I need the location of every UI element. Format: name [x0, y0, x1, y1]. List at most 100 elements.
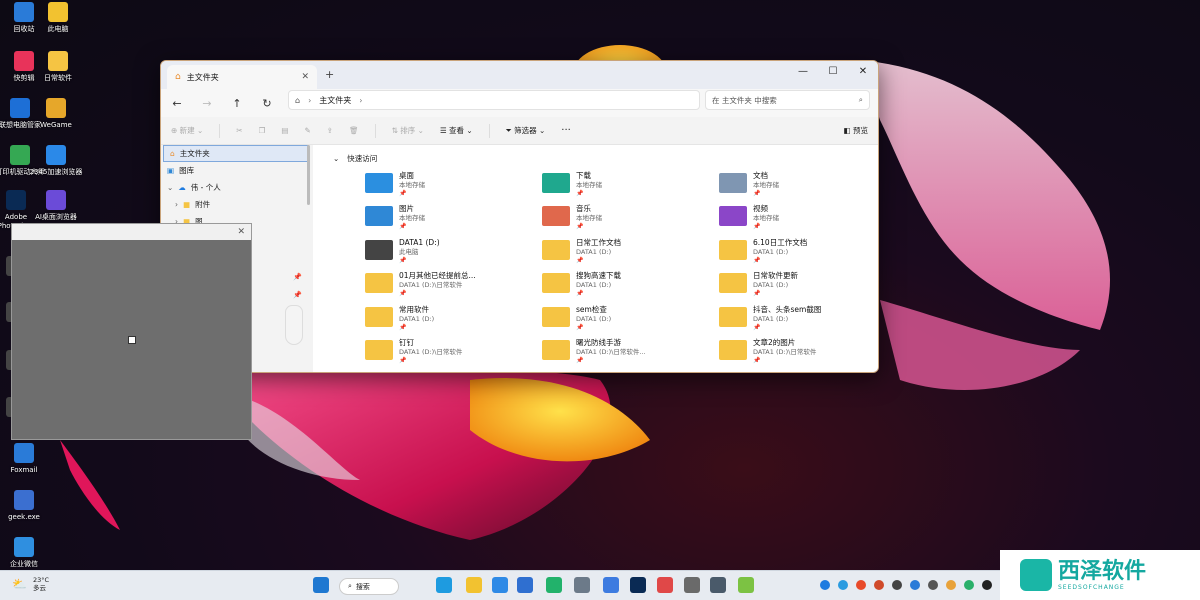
ai-browser-icon[interactable] [603, 577, 619, 593]
new-tab-button[interactable]: + [325, 68, 334, 81]
tray-icon[interactable] [982, 580, 992, 590]
edge-icon[interactable] [436, 577, 452, 593]
desktop-icon[interactable]: Foxmail [0, 443, 54, 475]
tray-icon[interactable] [856, 580, 866, 590]
desktop-icon[interactable]: 此电脑 [28, 2, 88, 34]
app-icon[interactable] [657, 577, 673, 593]
nav-item-gallery[interactable]: ▣ 图库 [161, 162, 311, 179]
desktop-icon[interactable]: WeGame [26, 98, 86, 130]
desktop-icon[interactable]: geek.exe [0, 490, 54, 522]
maximize-button[interactable]: ☐ [818, 61, 848, 81]
watermark-subtitle: SEEDSOFCHANGE [1058, 583, 1125, 591]
search-input[interactable]: 在 主文件夹 中搜索 ⌕ [705, 90, 870, 110]
photoshop-icon[interactable] [630, 577, 646, 593]
chat-icon[interactable] [546, 577, 562, 593]
desktop-icon[interactable]: 企业微信 [0, 537, 54, 569]
nav-item-home[interactable]: ⌂ 主文件夹 [163, 145, 309, 162]
pin-icon: 📌 [753, 290, 761, 297]
quick-access-item[interactable]: 钉钉 DATA1 (D:)\日常软件 📌 [365, 338, 535, 370]
item-location: DATA1 (D:) [576, 248, 612, 256]
nav-item-attachments[interactable]: › ■ 附件 [161, 196, 311, 213]
tray-icon[interactable] [964, 580, 974, 590]
folder-icon [365, 340, 393, 360]
refresh-icon[interactable]: ↻ [259, 97, 275, 110]
scrollbar[interactable] [307, 145, 310, 205]
file-explorer-window[interactable]: ⌂ 主文件夹 ✕ + — ☐ ✕ ← → ↑ ↻ ⌂ › 主文件夹 › 在 主文… [160, 60, 879, 373]
close-button[interactable]: ✕ [848, 61, 878, 81]
title-bar[interactable]: ⌂ 主文件夹 ✕ + — ☐ ✕ [161, 61, 878, 89]
quick-access-header[interactable]: ⌄ 快速访问 [333, 153, 377, 164]
weather-temp: 23°C [32, 576, 50, 584]
weather-widget[interactable]: ⛅ 23°C 多云 [12, 576, 49, 592]
item-name: 视频 [753, 204, 768, 213]
more-button[interactable]: ··· [561, 125, 571, 136]
tray-icon[interactable] [910, 580, 920, 590]
pin-icon[interactable]: 📌 [293, 291, 302, 299]
share-icon[interactable]: ⇪ [327, 126, 333, 135]
breadcrumb-item[interactable]: 主文件夹 [319, 95, 351, 106]
tray-icon[interactable] [820, 580, 830, 590]
quick-access-item[interactable]: 搜狗高速下载 DATA1 (D:) 📌 [542, 271, 712, 303]
quick-access-item[interactable]: 图片 本地存储 📌 [365, 204, 535, 236]
tray-icon[interactable] [946, 580, 956, 590]
preview-button[interactable]: ◧ 预览 [844, 125, 868, 136]
start-icon[interactable] [313, 577, 329, 593]
file-explorer-icon[interactable] [466, 577, 482, 593]
sort-button[interactable]: ⇅ 排序 ⌄ [392, 125, 424, 136]
tray-icon[interactable] [928, 580, 938, 590]
minimize-button[interactable]: — [788, 61, 818, 81]
quick-access-item[interactable]: 日常软件更新 DATA1 (D:) 📌 [719, 271, 878, 303]
app-icon[interactable] [738, 577, 754, 593]
quick-access-item[interactable]: 6.10日工作文档 DATA1 (D:) 📌 [719, 238, 878, 270]
popup-close-button[interactable]: ✕ [237, 227, 245, 237]
filter-button[interactable]: ⏷ 筛选器 ⌄ [506, 125, 546, 136]
new-button[interactable]: ⊕ 新建 ⌄ [171, 125, 203, 136]
tray-icon[interactable] [838, 580, 848, 590]
tray-icon[interactable] [874, 580, 884, 590]
up-icon[interactable]: ↑ [229, 97, 245, 110]
tab-home[interactable]: ⌂ 主文件夹 ✕ [167, 65, 317, 89]
item-location: 本地存储 [399, 214, 425, 222]
quick-access-item[interactable]: 文章2的图片 DATA1 (D:)\日常软件 📌 [719, 338, 878, 370]
monitor-icon[interactable] [710, 577, 726, 593]
rename-icon[interactable]: ✎ [304, 126, 310, 135]
nav-label: 主文件夹 [179, 149, 210, 158]
item-name: 6.10日工作文档 [753, 238, 808, 247]
view-button[interactable]: ☰ 查看 ⌄ [440, 125, 473, 136]
tray-icon[interactable] [892, 580, 902, 590]
blank-popup-window[interactable]: ✕ [11, 223, 252, 440]
app-icon[interactable] [517, 577, 533, 593]
desktop-icon[interactable]: 日常软件 [28, 51, 88, 83]
quick-access-item[interactable]: 日常工作文档 DATA1 (D:) 📌 [542, 238, 712, 270]
quick-access-item[interactable]: 01月其他已经提前总... DATA1 (D:)\日常软件 📌 [365, 271, 535, 303]
popup-titlebar[interactable]: ✕ [12, 224, 251, 240]
quick-access-item[interactable]: 文档 本地存储 📌 [719, 171, 878, 203]
item-location: DATA1 (D:) [753, 248, 789, 256]
forward-icon[interactable]: → [199, 97, 215, 110]
pin-icon[interactable]: 📌 [293, 273, 302, 281]
back-icon[interactable]: ← [169, 97, 185, 110]
paste-icon[interactable]: ▤ [281, 126, 288, 135]
address-bar[interactable]: ⌂ › 主文件夹 › [288, 90, 700, 110]
quick-access-item[interactable]: 桌面 本地存储 📌 [365, 171, 535, 203]
copy-icon[interactable]: ❐ [259, 126, 266, 135]
drive-app-icon[interactable] [574, 577, 590, 593]
browser-icon[interactable] [492, 577, 508, 593]
quick-access-item[interactable]: 曙光防线手游 DATA1 (D:)\日常软件... 📌 [542, 338, 712, 370]
cut-icon[interactable]: ✂ [236, 126, 242, 135]
quick-access-item[interactable]: 音乐 本地存储 📌 [542, 204, 712, 236]
quick-access-item[interactable]: 下载 本地存储 📌 [542, 171, 712, 203]
desktop-icon[interactable]: AI桌面浏览器 [26, 190, 86, 222]
quick-access-item[interactable]: DATA1 (D:) 此电脑 📌 [365, 238, 535, 270]
delete-icon[interactable]: 🗑 [349, 126, 359, 135]
quick-access-item[interactable]: 抖音、头条sem截图 DATA1 (D:) 📌 [719, 305, 878, 337]
nav-item-onedrive[interactable]: ⌄ ☁ 伟 - 个人 [161, 179, 311, 196]
taskbar-search[interactable]: ⌕ 搜索 [339, 578, 399, 595]
quick-access-item[interactable]: 常用软件 DATA1 (D:) 📌 [365, 305, 535, 337]
tab-close-button[interactable]: ✕ [301, 72, 309, 82]
quick-access-item[interactable]: sem检查 DATA1 (D:) 📌 [542, 305, 712, 337]
gear-icon[interactable] [684, 577, 700, 593]
folder-icon [719, 273, 747, 293]
quick-access-item[interactable]: 视频 本地存储 📌 [719, 204, 878, 236]
desktop-icon[interactable]: 2345加速浏览器 [26, 145, 86, 177]
